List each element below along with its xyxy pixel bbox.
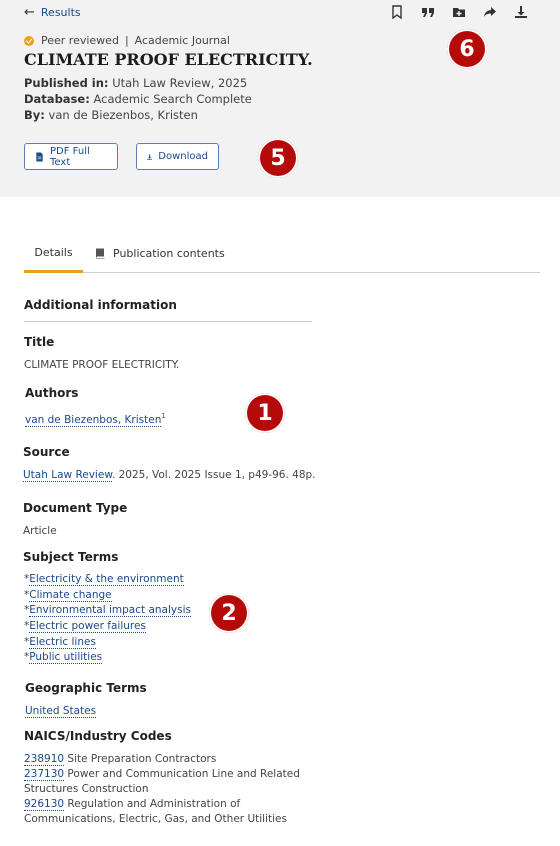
peer-reviewed-check-icon bbox=[24, 35, 34, 46]
naics-list: 238910 Site Preparation Contractors 2371… bbox=[24, 752, 324, 827]
source-journal-link[interactable]: Utah Law Review bbox=[23, 469, 112, 482]
peer-review-row: Peer reviewed | Academic Journal bbox=[24, 34, 230, 47]
record-tabs: Details Publication contents bbox=[24, 234, 540, 273]
annotation-marker-6: 6 bbox=[447, 29, 487, 69]
database-value: Academic Search Complete bbox=[93, 92, 252, 106]
additional-information-heading: Additional information bbox=[24, 298, 177, 312]
authors-field-value: van de Biezenbos, Kristen1 bbox=[25, 412, 166, 427]
list-item: *Environmental impact analysis bbox=[24, 604, 191, 618]
by-row: By: van de Biezenbos, Kristen bbox=[24, 108, 198, 122]
subject-term-link[interactable]: Electricity & the environment bbox=[29, 573, 184, 586]
naics-description: Regulation and Administration of Communi… bbox=[24, 798, 287, 825]
subject-terms-list: *Electricity & the environment *Climate … bbox=[24, 573, 191, 667]
download-button[interactable]: Download bbox=[136, 143, 219, 170]
subject-term-link[interactable]: Electric power failures bbox=[29, 620, 146, 634]
book-icon bbox=[95, 248, 105, 259]
naics-code-link[interactable]: 238910 bbox=[24, 753, 65, 766]
list-item: *Electricity & the environment bbox=[24, 573, 184, 586]
download-icon bbox=[147, 153, 153, 160]
back-to-results-link[interactable]: ← Results bbox=[24, 5, 81, 20]
pdf-full-text-button[interactable]: PDF Full Text bbox=[24, 143, 118, 170]
tab-details-label: Details bbox=[34, 245, 73, 259]
geographic-term-link[interactable]: United States bbox=[25, 705, 97, 718]
geographic-terms-field-label: Geographic Terms bbox=[25, 681, 147, 695]
by-label: By: bbox=[24, 108, 45, 122]
folder-add-icon[interactable] bbox=[450, 3, 468, 21]
download-icon[interactable] bbox=[512, 3, 530, 21]
naics-code-link[interactable]: 926130 bbox=[24, 798, 65, 811]
naics-code-link[interactable]: 237130 bbox=[24, 768, 65, 781]
page-title: CLIMATE PROOF ELECTRICITY. bbox=[24, 50, 313, 69]
title-field-value: CLIMATE PROOF ELECTRICITY. bbox=[24, 359, 180, 371]
subject-term-link[interactable]: Electric lines bbox=[29, 635, 96, 649]
authors-field-label: Authors bbox=[25, 386, 79, 400]
published-in-row: Published in: Utah Law Review, 2025 bbox=[24, 76, 247, 90]
list-item: *Climate change bbox=[24, 588, 112, 602]
source-details: . 2025, Vol. 2025 Issue 1, p49-96. 48p. bbox=[111, 469, 316, 481]
document-type-value: Article bbox=[23, 525, 57, 537]
share-icon[interactable] bbox=[481, 3, 499, 21]
list-item: 238910 Site Preparation Contractors bbox=[24, 752, 324, 767]
record-toolbar bbox=[388, 3, 530, 21]
source-type-label: Academic Journal bbox=[134, 34, 230, 47]
separator: | bbox=[124, 34, 129, 47]
author-link[interactable]: van de Biezenbos, Kristen bbox=[25, 413, 162, 427]
pdf-full-text-label: PDF Full Text bbox=[50, 145, 90, 168]
source-field-label: Source bbox=[23, 445, 70, 459]
tab-publication-contents[interactable]: Publication contents bbox=[95, 234, 225, 273]
database-label: Database: bbox=[24, 92, 90, 106]
published-in-label: Published in: bbox=[24, 76, 109, 90]
subject-term-link[interactable]: Environmental impact analysis bbox=[29, 604, 191, 618]
naics-description: Site Preparation Contractors bbox=[64, 753, 217, 765]
download-label: Download bbox=[158, 151, 208, 162]
tab-details[interactable]: Details bbox=[24, 234, 83, 273]
list-item: 237130 Power and Communication Line and … bbox=[24, 767, 324, 797]
arrow-left-icon: ← bbox=[24, 5, 35, 20]
section-divider bbox=[24, 321, 312, 322]
peer-reviewed-label: Peer reviewed bbox=[41, 34, 119, 47]
list-item: *Electric power failures bbox=[24, 620, 146, 634]
list-item: *Public utilities bbox=[24, 651, 103, 665]
naics-description: Power and Communication Line and Related… bbox=[24, 768, 300, 795]
naics-field-label: NAICS/Industry Codes bbox=[24, 729, 172, 743]
title-field-label: Title bbox=[24, 335, 55, 349]
list-item: *Electric lines bbox=[24, 635, 96, 649]
geographic-terms-value: United States bbox=[25, 705, 97, 718]
annotation-marker-1: 1 bbox=[245, 393, 285, 433]
published-in-value: Utah Law Review, 2025 bbox=[112, 76, 248, 90]
cite-icon[interactable] bbox=[419, 3, 437, 21]
source-field-value: Utah Law Review. 2025, Vol. 2025 Issue 1… bbox=[23, 469, 316, 482]
subject-term-link[interactable]: Public utilities bbox=[29, 651, 103, 665]
tab-publication-contents-label: Publication contents bbox=[113, 247, 225, 260]
author-affiliation-sup: 1 bbox=[161, 412, 166, 420]
annotation-marker-5: 5 bbox=[258, 138, 298, 178]
list-item: 926130 Regulation and Administration of … bbox=[24, 797, 324, 827]
subject-term-link[interactable]: Climate change bbox=[29, 588, 112, 602]
document-type-field-label: Document Type bbox=[23, 501, 128, 515]
subject-terms-field-label: Subject Terms bbox=[23, 550, 119, 564]
back-label: Results bbox=[40, 6, 81, 19]
pdf-file-icon bbox=[36, 151, 43, 162]
database-row: Database: Academic Search Complete bbox=[24, 92, 252, 106]
bookmark-icon[interactable] bbox=[388, 3, 406, 21]
by-value: van de Biezenbos, Kristen bbox=[48, 108, 198, 122]
annotation-marker-2: 2 bbox=[209, 593, 249, 633]
